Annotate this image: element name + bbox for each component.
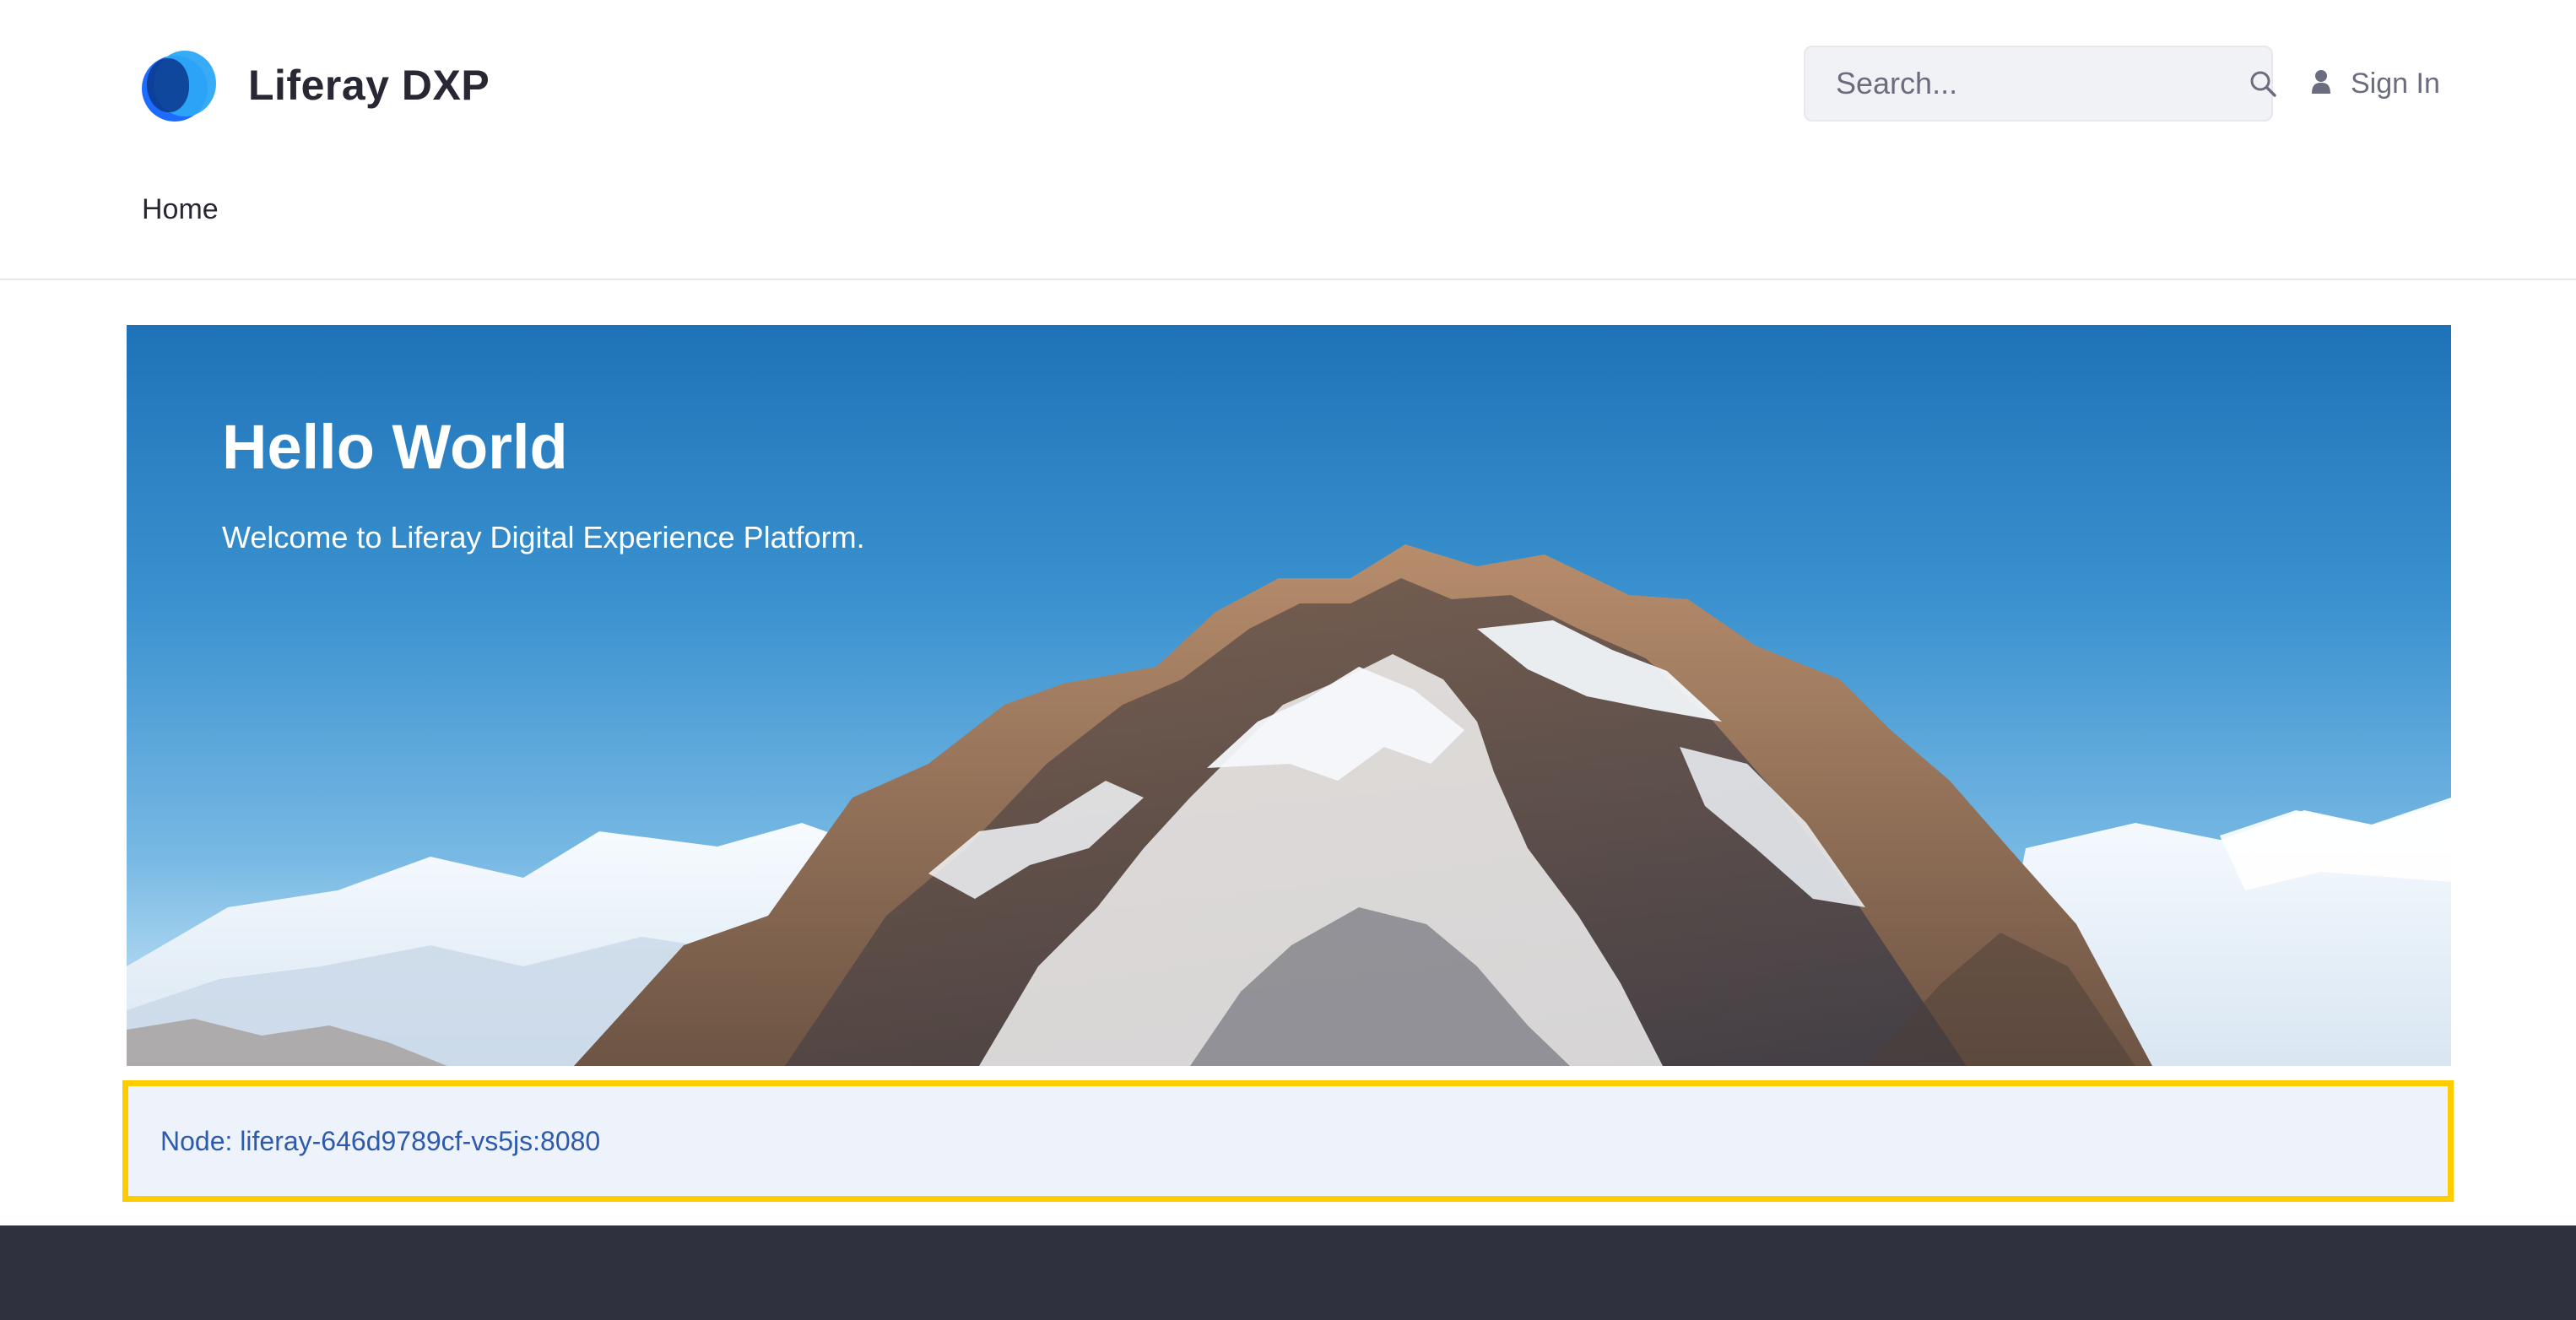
search-input[interactable] (1805, 47, 2249, 120)
logo-core-shape (147, 58, 189, 112)
liferay-logo-icon (142, 51, 216, 122)
main-navigation: Home (142, 188, 219, 230)
site-header: Liferay DXP Sign In Home (0, 0, 2576, 280)
brand-link[interactable]: Liferay DXP (142, 47, 490, 123)
search-icon[interactable] (2249, 46, 2277, 121)
hero-title: Hello World (222, 412, 568, 482)
site-footer (0, 1225, 2576, 1320)
search-container (1804, 46, 2276, 122)
node-info-box: Node: liferay-646d9789cf-vs5js:8080 (122, 1080, 2454, 1202)
brand-name: Liferay DXP (248, 62, 490, 109)
page-root: Liferay DXP Sign In Home (0, 0, 2576, 1320)
user-icon (2310, 69, 2332, 98)
sign-in-button[interactable]: Sign In (2310, 46, 2440, 122)
hero-subtitle: Welcome to Liferay Digital Experience Pl… (222, 520, 865, 555)
sign-in-label: Sign In (2351, 67, 2440, 100)
nav-item-home[interactable]: Home (142, 193, 219, 226)
hero-banner: Hello World Welcome to Liferay Digital E… (127, 325, 2451, 1066)
node-info-label: Node: liferay-646d9789cf-vs5js:8080 (160, 1125, 601, 1156)
